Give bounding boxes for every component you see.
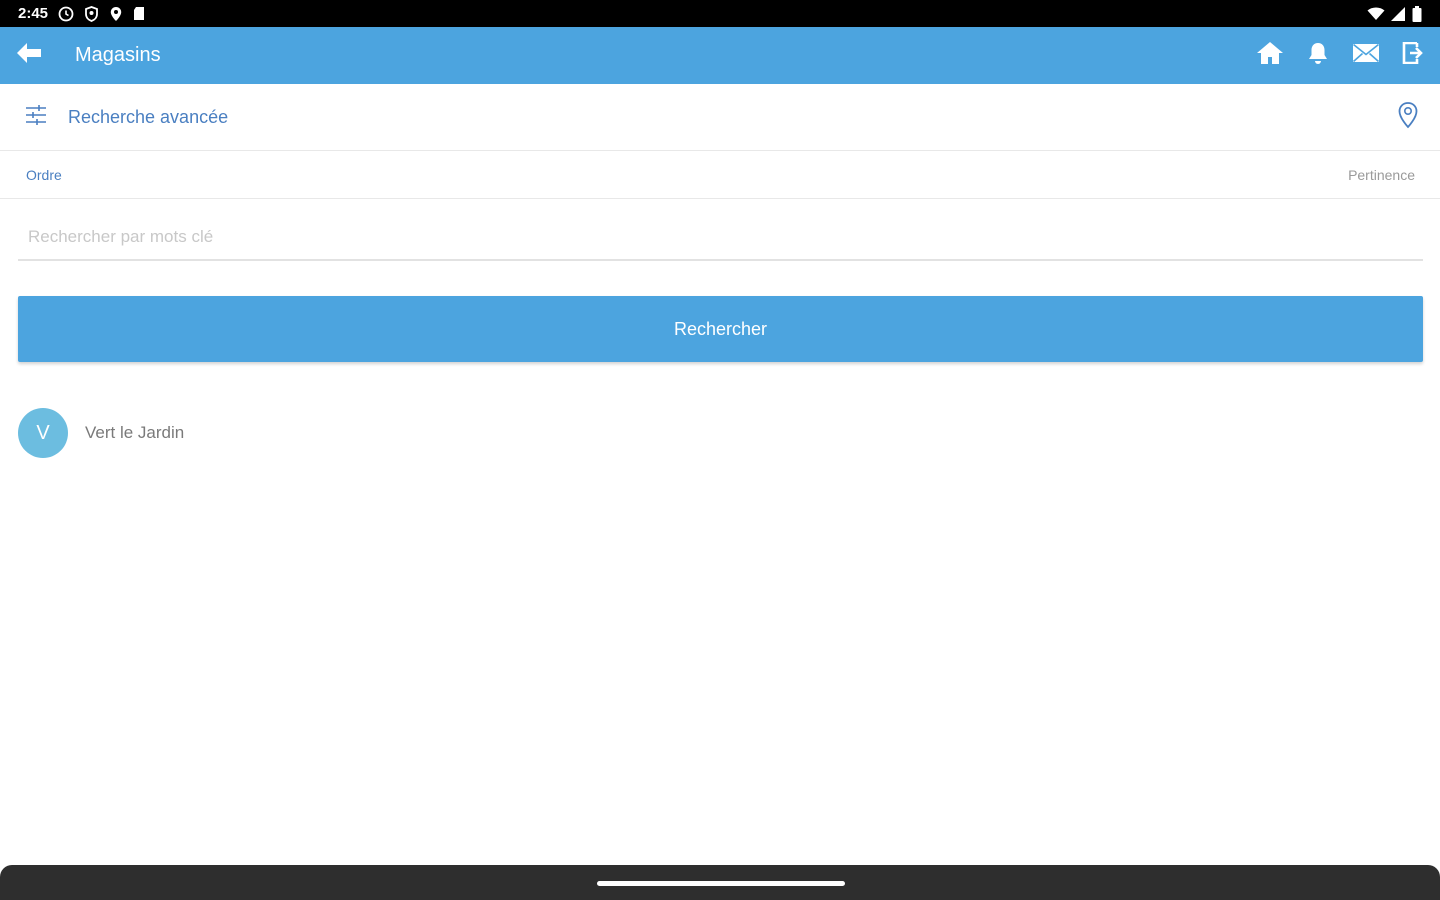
app-bar: Magasins: [0, 27, 1440, 84]
clock-icon: [58, 6, 74, 22]
filter-sliders-icon: [24, 103, 48, 132]
sort-order-row: Ordre Pertinence: [0, 152, 1440, 199]
home-button[interactable]: [1256, 42, 1284, 70]
messages-button[interactable]: [1352, 42, 1380, 70]
home-icon: [1256, 41, 1284, 70]
system-nav-bar: [0, 865, 1440, 900]
sort-order-select[interactable]: Pertinence: [1348, 167, 1415, 183]
home-indicator[interactable]: [597, 881, 845, 886]
search-button[interactable]: Rechercher: [18, 296, 1423, 362]
back-button[interactable]: [0, 27, 58, 84]
page-title: Magasins: [75, 44, 161, 66]
sd-card-icon: [133, 6, 145, 21]
advanced-search-label[interactable]: Recherche avancée: [68, 107, 228, 128]
shield-icon: [84, 5, 99, 22]
wifi-icon: [1367, 7, 1385, 21]
avatar: V: [18, 408, 68, 458]
status-bar: 2:45: [0, 0, 1440, 27]
mail-icon: [1352, 43, 1380, 68]
status-left: 2:45: [18, 5, 145, 22]
location-icon: [109, 6, 123, 22]
store-name: Vert le Jardin: [85, 423, 185, 442]
advanced-search-row[interactable]: Recherche avancée: [0, 85, 1440, 151]
status-right: [1367, 5, 1422, 22]
map-pin-icon[interactable]: [1396, 101, 1420, 134]
sort-order-label: Ordre: [26, 167, 62, 183]
battery-icon: [1412, 5, 1422, 22]
notifications-button[interactable]: [1304, 42, 1332, 70]
keyword-search-input[interactable]: [18, 215, 1423, 261]
signal-icon: [1391, 6, 1406, 21]
bell-icon: [1307, 41, 1329, 70]
list-item[interactable]: V Vert le Jardin: [18, 408, 184, 458]
status-time: 2:45: [18, 5, 49, 22]
logout-button[interactable]: [1400, 41, 1428, 70]
back-arrow-icon: [16, 42, 42, 69]
app-actions: [1256, 41, 1440, 70]
exit-icon: [1402, 41, 1426, 69]
